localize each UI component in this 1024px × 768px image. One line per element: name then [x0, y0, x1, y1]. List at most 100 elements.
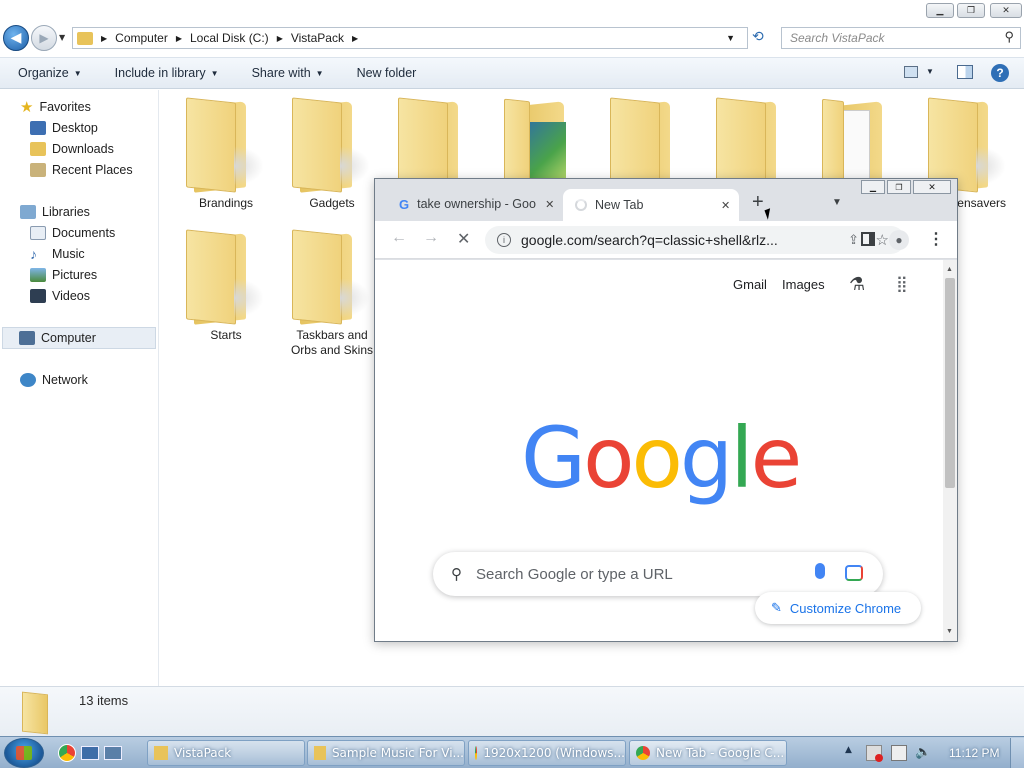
nav-computer[interactable]: Computer — [2, 327, 156, 349]
profile-avatar-icon[interactable]: ● — [889, 230, 909, 250]
nav-music[interactable]: ♪ Music — [30, 244, 85, 264]
refresh-icon[interactable]: ⟲ — [752, 29, 764, 45]
search-input[interactable]: Search VistaPack ⚲ — [781, 27, 1021, 49]
tab-close-icon[interactable]: ✕ — [721, 199, 730, 212]
switch-windows-icon[interactable] — [104, 746, 122, 760]
nav-recent-places[interactable]: Recent Places — [30, 160, 133, 180]
address-segment-vistapack[interactable]: VistaPack — [291, 31, 344, 45]
chrome-close-button[interactable]: ✕ — [913, 180, 951, 194]
labs-flask-icon[interactable]: ⚗ — [849, 274, 865, 295]
back-arrow-icon[interactable]: ← — [391, 229, 407, 247]
nav-pictures[interactable]: Pictures — [30, 265, 97, 285]
forward-button[interactable]: ▶ — [31, 25, 57, 51]
folder-item[interactable]: Taskbars and Orbs and Skins — [284, 228, 380, 358]
chevron-right-icon: ▶ — [101, 33, 108, 43]
scrollbar-thumb[interactable] — [945, 278, 955, 488]
share-icon[interactable]: ⇪ — [848, 232, 859, 248]
tab-new-tab[interactable]: New Tab ✕ — [563, 189, 739, 221]
tab-take-ownership[interactable]: G take ownership - Goo ✕ — [387, 189, 563, 219]
preview-pane-icon[interactable] — [957, 65, 973, 79]
show-desktop-button[interactable] — [1010, 738, 1024, 768]
bookmark-star-icon[interactable]: ☆ — [876, 231, 889, 249]
customize-chrome-button[interactable]: ✎ Customize Chrome — [755, 592, 921, 624]
chrome-restore-button[interactable]: ❐ — [887, 180, 911, 194]
address-segment-computer[interactable]: Computer — [115, 31, 168, 45]
menu-kebab-icon[interactable]: ⋮ — [928, 229, 944, 249]
address-bar[interactable]: ▶ Computer ▶ Local Disk (C:) ▶ VistaPack… — [72, 27, 748, 49]
chrome-quicklaunch-icon[interactable] — [58, 744, 76, 762]
action-center-flag-icon[interactable] — [866, 745, 883, 762]
organize-label: Organize — [18, 66, 69, 80]
side-panel-icon[interactable] — [861, 232, 875, 246]
new-tab-plus-icon[interactable]: + — [752, 191, 764, 214]
forward-arrow-icon[interactable]: → — [423, 229, 439, 247]
scroll-down-arrow-icon[interactable]: ▼ — [946, 628, 953, 635]
help-icon[interactable]: ? — [991, 64, 1009, 82]
taskbar-button-vistapack[interactable]: VistaPack — [147, 740, 305, 766]
network-status-icon[interactable] — [891, 745, 907, 761]
address-dropdown-icon[interactable]: ▼ — [726, 33, 735, 43]
tab-close-icon[interactable]: ✕ — [545, 198, 554, 211]
stop-loading-icon[interactable]: ✕ — [457, 229, 470, 249]
new-folder-button[interactable]: New folder — [339, 66, 432, 80]
chevron-down-icon: ▼ — [210, 68, 219, 78]
folder-label: Brandings — [198, 196, 254, 210]
recent-pages-dropdown-icon[interactable]: ▼ — [59, 33, 65, 42]
nav-music-label: Music — [52, 247, 85, 261]
new-tab-page: Gmail Images ⚗ ⣿ Google ⚲ Search Google … — [375, 260, 943, 641]
close-button[interactable]: ✕ — [990, 3, 1022, 18]
site-info-icon[interactable]: i — [497, 233, 511, 247]
gmail-link[interactable]: Gmail — [733, 277, 767, 292]
pencil-icon: ✎ — [771, 600, 782, 615]
maximize-button[interactable]: ❐ — [957, 3, 985, 18]
show-desktop-icon[interactable] — [81, 746, 99, 760]
chrome-icon — [636, 746, 650, 760]
minimize-button[interactable]: ▁ — [926, 3, 954, 18]
include-in-library-button[interactable]: Include in library ▼ — [97, 66, 234, 80]
show-hidden-icons-chevron-icon[interactable]: ▲ — [845, 745, 852, 755]
scrollbar[interactable]: ▲ ▼ — [943, 260, 957, 641]
start-orb-button[interactable] — [4, 738, 44, 768]
images-link[interactable]: Images — [782, 277, 825, 292]
chevron-right-icon: ▶ — [276, 33, 283, 43]
folder-item[interactable]: Brandings — [178, 96, 274, 210]
google-search-box[interactable]: ⚲ Search Google or type a URL — [433, 552, 883, 596]
folder-item[interactable]: Starts — [178, 228, 274, 342]
address-segment-local-disk[interactable]: Local Disk (C:) — [190, 31, 269, 45]
system-clock[interactable]: 11:12 PM — [949, 746, 999, 760]
taskbar-button-sample-music[interactable]: Sample Music For Vi... — [307, 740, 465, 766]
tab-search-chevron-icon[interactable]: ▼ — [832, 197, 842, 208]
view-options-chevron-icon[interactable]: ▼ — [926, 67, 934, 76]
libraries-icon — [20, 205, 36, 219]
folder-item[interactable]: Gadgets — [284, 96, 380, 210]
apps-grid-icon[interactable]: ⣿ — [896, 274, 908, 294]
taskbar-button-windows-wallpaper[interactable]: 1920x1200 (Windows... — [468, 740, 626, 766]
voice-search-microphone-icon[interactable] — [815, 563, 825, 579]
taskbar-button-new-tab-chrome[interactable]: New Tab - Google C... — [629, 740, 787, 766]
nav-libraries-label: Libraries — [42, 205, 90, 219]
volume-muted-icon[interactable]: 🔈 — [915, 745, 931, 761]
navigation-pane: ★ Favorites Desktop Downloads Recent Pla… — [0, 90, 159, 686]
folder-label: Taskbars and Orbs and Skins — [290, 328, 374, 357]
google-lens-camera-icon[interactable] — [845, 565, 863, 581]
share-with-button[interactable]: Share with ▼ — [234, 66, 339, 80]
recent-places-icon — [30, 163, 46, 177]
back-button[interactable]: ◀ — [3, 25, 29, 51]
chrome-minimize-button[interactable]: ▁ — [861, 180, 885, 194]
desktop-icon — [30, 121, 46, 135]
documents-icon — [30, 226, 46, 240]
change-view-icon[interactable] — [904, 66, 918, 78]
include-in-library-label: Include in library — [114, 66, 206, 80]
nav-favorites[interactable]: ★ Favorites — [20, 97, 91, 117]
pictures-icon — [30, 268, 46, 282]
nav-network[interactable]: Network — [20, 370, 88, 390]
nav-desktop[interactable]: Desktop — [30, 118, 98, 138]
organize-button[interactable]: Organize ▼ — [0, 66, 97, 80]
omnibox[interactable]: i google.com/search?q=classic+shell&rlz.… — [485, 226, 905, 254]
nav-libraries[interactable]: Libraries — [20, 202, 90, 222]
nav-documents[interactable]: Documents — [30, 223, 115, 243]
nav-videos[interactable]: Videos — [30, 286, 90, 306]
scroll-up-arrow-icon[interactable]: ▲ — [946, 266, 953, 273]
nav-downloads[interactable]: Downloads — [30, 139, 114, 159]
nav-network-label: Network — [42, 373, 88, 387]
